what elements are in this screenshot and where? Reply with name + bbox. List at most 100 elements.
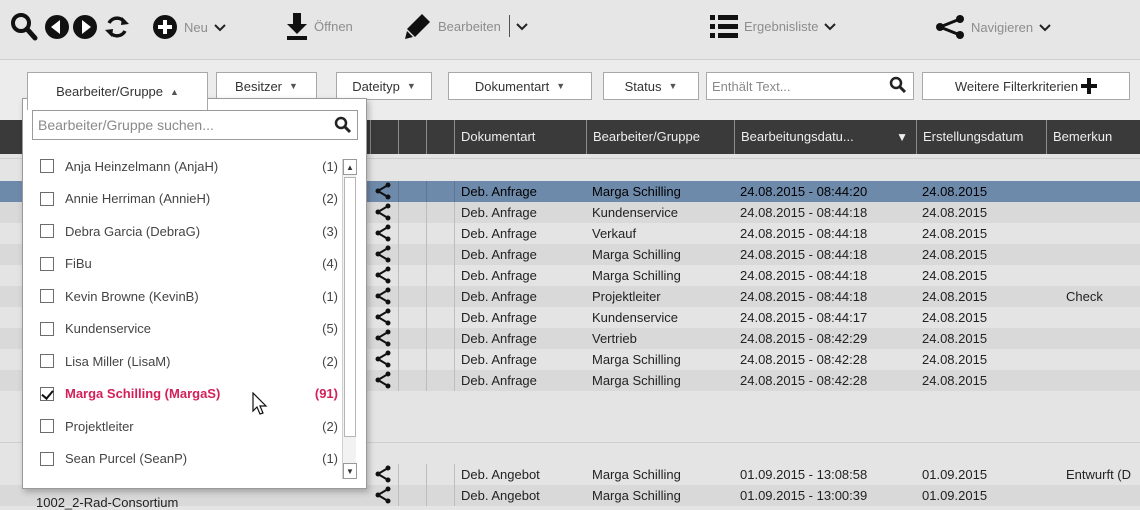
scroll-up-button[interactable]: ▲ <box>343 159 357 175</box>
header-created[interactable]: Erstellungsdatum <box>916 120 1046 154</box>
share-icon[interactable] <box>375 486 391 507</box>
text-filter-placeholder: Enthält Text... <box>712 78 791 94</box>
dropdown-scrollbar[interactable]: ▲ ▼ <box>342 159 357 479</box>
header-editdate[interactable]: Bearbeitungsdatu... ▼ <box>734 120 916 154</box>
result-list-button[interactable]: Ergebnisliste <box>710 14 837 38</box>
checkbox[interactable] <box>40 224 54 238</box>
assignee-search-placeholder: Bearbeiter/Gruppe suchen... <box>38 117 214 133</box>
filter-doctype[interactable]: Dokumentart ▼ <box>448 72 592 100</box>
assignee-option[interactable]: Sean Purcel (SeanP) (1) <box>32 445 342 473</box>
cell-blank <box>426 244 454 265</box>
navigate-button[interactable]: Navigieren <box>935 14 1051 40</box>
open-label: Öffnen <box>314 18 353 34</box>
cell-blank <box>426 265 454 286</box>
checkbox[interactable] <box>40 159 54 173</box>
share-icon <box>935 14 965 40</box>
checkbox[interactable] <box>40 419 54 433</box>
open-button[interactable]: Öffnen <box>286 12 353 40</box>
cell-blank <box>398 307 426 328</box>
share-icon[interactable] <box>375 203 391 224</box>
header-share-col[interactable] <box>370 120 398 154</box>
filter-status-label: Status <box>624 78 662 94</box>
header-col-b[interactable] <box>426 120 454 154</box>
share-icon[interactable] <box>375 287 391 308</box>
header-col-a[interactable] <box>398 120 426 154</box>
edit-button[interactable]: Bearbeiten <box>404 12 528 40</box>
share-icon[interactable] <box>375 266 391 287</box>
assignee-option[interactable]: Projektleiter (2) <box>32 412 342 440</box>
assignee-option[interactable]: Kundenservice (5) <box>32 315 342 343</box>
filter-owner[interactable]: Besitzer ▼ <box>216 72 317 100</box>
assignee-option-count: (1) <box>322 158 338 174</box>
header-assignee[interactable]: Bearbeiter/Gruppe <box>586 120 734 154</box>
share-icon[interactable] <box>375 245 391 266</box>
cell-created: 24.08.2015 <box>922 184 988 199</box>
cell-assignee: Marga Schilling <box>592 352 681 367</box>
search-icon[interactable] <box>889 76 907 97</box>
edit-label: Bearbeiten <box>438 18 501 34</box>
cell-created: 24.08.2015 <box>922 268 988 283</box>
scroll-down-button[interactable]: ▼ <box>343 463 357 479</box>
filter-filetype[interactable]: Dateityp ▼ <box>336 72 432 100</box>
checkbox[interactable] <box>40 321 54 336</box>
share-icon[interactable] <box>375 371 391 392</box>
document-name[interactable]: 1002_2-Rad-Consortium <box>36 495 178 510</box>
cell-assignee: Kundenservice <box>592 310 678 325</box>
cell-blank <box>426 307 454 328</box>
search-icon[interactable] <box>10 12 38 42</box>
cell-created: 24.08.2015 <box>922 247 988 262</box>
assignee-option[interactable]: Lisa Miller (LisaM) (2) <box>32 347 342 375</box>
assignee-option[interactable]: Kevin Browne (KevinB) (1) <box>32 282 342 310</box>
assignee-option-count: (3) <box>322 223 338 239</box>
cell-doctype: Deb. Anfrage <box>454 370 586 391</box>
new-label: Neu <box>184 19 208 35</box>
header-doctype[interactable]: Dokumentart <box>454 120 586 154</box>
assignee-option[interactable]: Marga Schilling (MargaS) (91) <box>32 380 342 408</box>
assignee-option-count: (1) <box>322 451 338 466</box>
back-icon[interactable] <box>44 14 70 40</box>
cell-doctype: Deb. Anfrage <box>454 181 586 202</box>
refresh-icon[interactable] <box>104 14 130 40</box>
assignee-option[interactable]: Debra Garcia (DebraG) (3) <box>32 217 342 245</box>
cell-created: 24.08.2015 <box>922 289 988 304</box>
checkbox[interactable] <box>40 386 54 401</box>
checkbox[interactable] <box>40 289 54 303</box>
cell-assignee: Vertrieb <box>592 331 637 346</box>
share-icon[interactable] <box>375 182 391 203</box>
share-icon[interactable] <box>375 329 391 350</box>
text-filter-input[interactable]: Enthält Text... <box>706 72 914 100</box>
checkbox[interactable] <box>40 191 54 206</box>
cell-created: 24.08.2015 <box>922 205 988 220</box>
cell-created: 01.09.2015 <box>922 467 988 482</box>
assignee-search-input[interactable]: Bearbeiter/Gruppe suchen... <box>32 110 358 140</box>
assignee-option-count: (91) <box>314 386 338 401</box>
cell-doctype: Deb. Anfrage <box>454 265 586 286</box>
new-button[interactable]: Neu <box>152 14 226 40</box>
assignee-option[interactable]: FiBu (4) <box>32 250 342 278</box>
chevron-down-icon[interactable] <box>516 19 528 34</box>
cell-doctype: Deb. Anfrage <box>454 307 586 328</box>
forward-icon[interactable] <box>72 14 98 40</box>
cell-editdate: 24.08.2015 - 08:44:18 <box>740 226 868 241</box>
filter-assignee[interactable]: Bearbeiter/Gruppe ▲ <box>27 72 208 110</box>
search-icon[interactable] <box>334 116 352 134</box>
share-icon[interactable] <box>375 465 391 486</box>
scroll-thumb[interactable] <box>344 177 356 437</box>
checkbox[interactable] <box>40 354 54 368</box>
assignee-option-label: Lisa Miller (LisaM) <box>65 353 171 369</box>
cell-blank <box>426 349 454 370</box>
checkbox[interactable] <box>40 451 54 466</box>
assignee-option[interactable]: Anja Heinzelmann (AnjaH) (1) <box>32 152 342 180</box>
header-remark[interactable]: Bemerkun <box>1046 120 1140 154</box>
checkbox[interactable] <box>40 256 54 271</box>
chevron-down-icon <box>1039 20 1051 35</box>
cell-remark <box>1060 202 1140 223</box>
cell-remark <box>1060 307 1140 328</box>
share-icon[interactable] <box>375 308 391 329</box>
more-filters-button[interactable]: Weitere Filterkriterien <box>922 72 1130 100</box>
assignee-option-count: (1) <box>322 288 338 304</box>
filter-status[interactable]: Status ▼ <box>603 72 699 100</box>
assignee-option[interactable]: Annie Herriman (AnnieH) (2) <box>32 185 342 213</box>
share-icon[interactable] <box>375 224 391 245</box>
share-icon[interactable] <box>375 350 391 371</box>
